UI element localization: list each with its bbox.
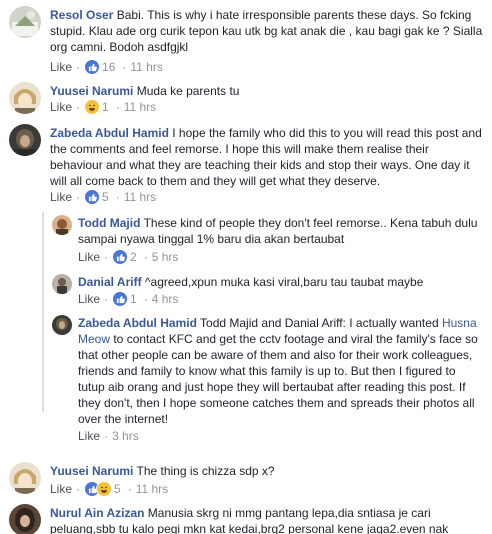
reaction-summary[interactable]: 5 — [84, 481, 121, 497]
timestamp[interactable]: 11 hrs — [130, 60, 162, 74]
like-link[interactable]: Like — [78, 292, 100, 306]
avatar[interactable] — [52, 215, 72, 235]
avatar[interactable] — [52, 315, 72, 335]
separator: · — [143, 250, 148, 264]
timestamp[interactable]: 11 hrs — [136, 482, 168, 496]
reply-text: ^agreed,xpun muka kasi viral,baru tau ta… — [144, 275, 424, 289]
timestamp[interactable]: 4 hrs — [152, 292, 179, 306]
reply-body: Todd Majid These kind of people they don… — [78, 215, 484, 247]
avatar[interactable] — [9, 504, 41, 534]
author-name[interactable]: Zabeda Abdul Hamid — [78, 316, 197, 330]
separator: · — [76, 190, 81, 204]
like-link[interactable]: Like — [50, 60, 72, 74]
reply-actions: Like · 2 · 5 hrs — [78, 249, 178, 265]
comment-actions: Like · 5 · 11 hrs — [50, 189, 156, 205]
separator: · — [76, 60, 81, 74]
avatar[interactable] — [9, 124, 41, 156]
comment-actions: Like · 16 · 11 hrs — [50, 59, 163, 75]
like-link[interactable]: Like — [50, 100, 72, 114]
author-name[interactable]: Zabeda Abdul Hamid — [50, 126, 169, 140]
reaction-summary[interactable]: 1 — [112, 291, 137, 307]
thumbs-up-icon — [84, 59, 101, 75]
comment-actions: Like · 1 · 11 hrs — [50, 99, 156, 115]
separator: · — [127, 482, 132, 496]
reply-text-before: Todd Majid and Danial Ariff: I actually … — [200, 316, 442, 330]
comment-body: Nurul Ain Azizan Manusia skrg ni mmg pan… — [50, 505, 484, 534]
like-link[interactable]: Like — [50, 190, 72, 204]
comment-body: Zabeda Abdul Hamid I hope the family who… — [50, 125, 484, 189]
avatar[interactable] — [52, 274, 72, 294]
comment-body: Yuusei Narumi Muda ke parents tu — [50, 83, 484, 99]
reply-actions: Like · 1 · 4 hrs — [78, 291, 178, 307]
separator: · — [115, 190, 120, 204]
reaction-count: 2 — [130, 250, 137, 264]
haha-icon — [84, 99, 101, 115]
reaction-summary[interactable]: 16 — [84, 59, 115, 75]
timestamp[interactable]: 5 hrs — [152, 250, 179, 264]
comment-text: Babi. This is why i hate irresponsible p… — [50, 8, 483, 54]
reaction-count: 5 — [114, 482, 121, 496]
reply-danial-ariff: Danial Ariff ^agreed,xpun muka kasi vira… — [0, 271, 492, 307]
timestamp[interactable]: 11 hrs — [124, 190, 156, 204]
thumbs-up-icon — [112, 291, 129, 307]
comment-yuusei-narumi-2: Yuusei Narumi The thing is chizza sdp x?… — [0, 460, 492, 498]
like-link[interactable]: Like — [50, 482, 72, 496]
reply-body: Danial Ariff ^agreed,xpun muka kasi vira… — [78, 274, 484, 290]
reaction-summary[interactable]: 1 — [84, 99, 109, 115]
separator: · — [76, 482, 81, 496]
reply-actions: Like · 3 hrs — [78, 428, 139, 444]
comment-resol-oser: Resol Oser Babi. This is why i hate irre… — [0, 4, 492, 76]
thumbs-up-icon — [112, 249, 129, 265]
like-link[interactable]: Like — [78, 250, 100, 264]
comment-yuusei-narumi: Yuusei Narumi Muda ke parents tu Like · … — [0, 80, 492, 116]
avatar[interactable] — [9, 6, 41, 38]
author-name[interactable]: Yuusei Narumi — [50, 84, 133, 98]
comment-actions: Like · 5 · 11 hrs — [50, 481, 168, 497]
comment-body: Yuusei Narumi The thing is chizza sdp x? — [50, 463, 484, 479]
author-name[interactable]: Nurul Ain Azizan — [50, 506, 144, 520]
reply-zabeda-abdul-hamid: Zabeda Abdul Hamid Todd Majid and Danial… — [0, 312, 492, 443]
author-name[interactable]: Yuusei Narumi — [50, 464, 133, 478]
separator: · — [104, 429, 109, 443]
reply-body: Zabeda Abdul Hamid Todd Majid and Danial… — [78, 315, 484, 427]
comment-text: Muda ke parents tu — [136, 84, 240, 98]
avatar[interactable] — [9, 462, 41, 494]
reaction-count: 1 — [102, 100, 109, 114]
timestamp[interactable]: 3 hrs — [112, 429, 139, 443]
timestamp[interactable]: 11 hrs — [124, 100, 156, 114]
separator: · — [76, 100, 81, 114]
separator: · — [115, 100, 120, 114]
thumbs-up-icon — [84, 189, 101, 205]
reaction-count: 16 — [102, 60, 116, 74]
reaction-summary[interactable]: 5 — [84, 189, 109, 205]
author-name[interactable]: Todd Majid — [78, 216, 140, 230]
separator: · — [104, 292, 109, 306]
separator: · — [122, 60, 127, 74]
author-name[interactable]: Resol Oser — [50, 8, 113, 22]
reply-text-after: to contact KFC and get the cctv footage … — [78, 332, 478, 426]
separator: · — [104, 250, 109, 264]
haha-icon — [96, 481, 113, 497]
reaction-summary[interactable]: 2 — [112, 249, 137, 265]
avatar[interactable] — [9, 82, 41, 114]
comment-nurul-ain-azizan: Nurul Ain Azizan Manusia skrg ni mmg pan… — [0, 502, 492, 534]
comment-zabeda-abdul-hamid: Zabeda Abdul Hamid I hope the family who… — [0, 122, 492, 208]
separator: · — [143, 292, 148, 306]
comment-text: The thing is chizza sdp x? — [136, 464, 275, 478]
author-name[interactable]: Danial Ariff — [78, 275, 142, 289]
comment-body: Resol Oser Babi. This is why i hate irre… — [50, 7, 484, 55]
reply-todd-majid: Todd Majid These kind of people they don… — [0, 212, 492, 268]
reaction-count: 1 — [130, 292, 137, 306]
like-link[interactable]: Like — [78, 429, 100, 443]
reaction-count: 5 — [102, 190, 109, 204]
